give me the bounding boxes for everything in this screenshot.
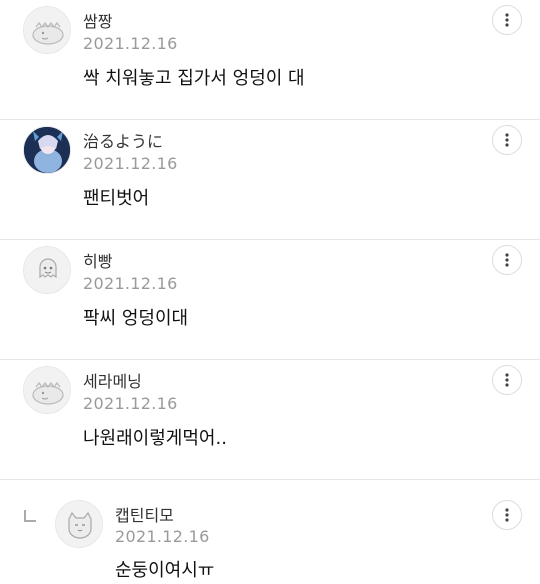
dino-avatar-icon: [32, 382, 64, 405]
more-options-button[interactable]: [492, 500, 522, 530]
avatar[interactable]: [23, 6, 71, 54]
comment-text: 순둥이여시ㅠ: [115, 560, 215, 581]
more-options-button[interactable]: [492, 125, 522, 155]
comment-text: 팬티벗어: [83, 188, 150, 209]
comment-item: 히빵 2021.12.16 팍씨 엉덩이대: [0, 240, 540, 360]
avatar[interactable]: [55, 500, 103, 548]
cat-avatar-icon: [68, 511, 92, 539]
comment-text: 나원래이렇게먹어..: [83, 428, 227, 449]
comment-text: 팍씨 엉덩이대: [83, 308, 189, 329]
comment-date: 2021.12.16: [83, 274, 178, 293]
avatar[interactable]: [23, 366, 71, 414]
comment-date: 2021.12.16: [83, 394, 178, 413]
comment-item: 쌈짱 2021.12.16 싹 치워놓고 집가서 엉덩이 대: [0, 0, 540, 120]
nickname[interactable]: 캡틴티모: [115, 502, 174, 526]
dino-avatar-icon: [32, 22, 64, 45]
anime-character-avatar-icon: [24, 127, 70, 173]
comment-date: 2021.12.16: [83, 154, 178, 173]
reply-item: 캡틴티모 2021.12.16 순둥이여시ㅠ: [0, 480, 540, 584]
nickname[interactable]: 히빵: [83, 248, 112, 272]
more-options-button[interactable]: [492, 245, 522, 275]
avatar[interactable]: [23, 246, 71, 294]
comment-item: 세라메닝 2021.12.16 나원래이렇게먹어..: [0, 360, 540, 480]
vertical-ellipsis-icon: [505, 13, 509, 27]
more-options-button[interactable]: [492, 5, 522, 35]
avatar[interactable]: [23, 126, 71, 174]
vertical-ellipsis-icon: [505, 373, 509, 387]
nickname[interactable]: 세라메닝: [83, 368, 142, 392]
reply-arrow-icon: [24, 510, 36, 522]
comment-item: 治るように 2021.12.16 팬티벗어: [0, 120, 540, 240]
comment-list: 쌈짱 2021.12.16 싹 치워놓고 집가서 엉덩이 대 治るように 202…: [0, 0, 540, 584]
nickname[interactable]: 治るように: [83, 128, 163, 152]
comment-text: 싹 치워놓고 집가서 엉덩이 대: [83, 68, 305, 89]
vertical-ellipsis-icon: [505, 133, 509, 147]
comment-date: 2021.12.16: [83, 34, 178, 53]
vertical-ellipsis-icon: [505, 253, 509, 267]
nickname[interactable]: 쌈짱: [83, 8, 112, 32]
comment-date: 2021.12.16: [115, 527, 210, 546]
ghost-avatar-icon: [39, 258, 57, 279]
vertical-ellipsis-icon: [505, 508, 509, 522]
more-options-button[interactable]: [492, 365, 522, 395]
